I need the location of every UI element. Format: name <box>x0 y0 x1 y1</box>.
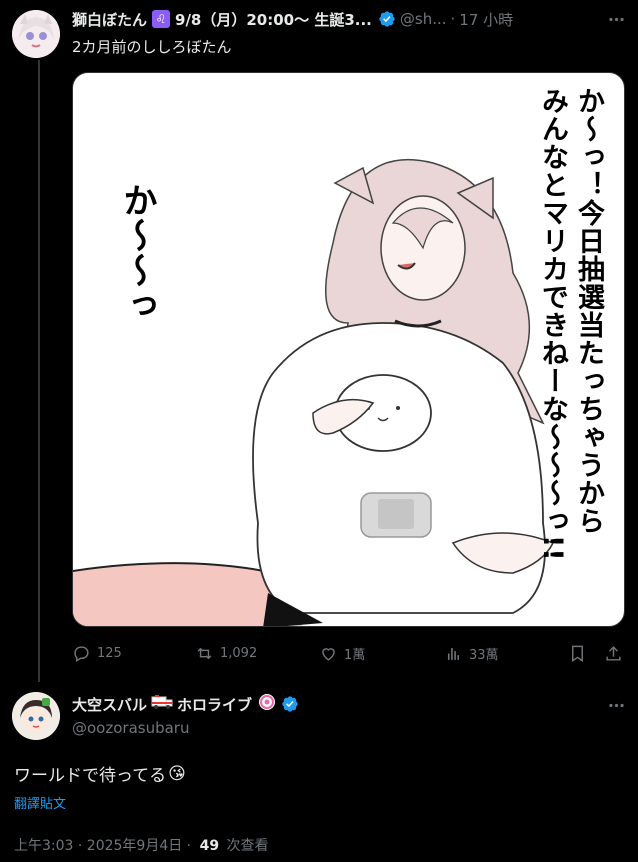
more-icon[interactable] <box>605 694 627 716</box>
avatar-subaru[interactable] <box>12 692 60 740</box>
repost-count: 1,092 <box>220 645 258 661</box>
tweet2-meta: 上午3:03 · 2025年9月4日 · 49 次查看 <box>14 835 269 855</box>
tweet-image[interactable]: か〜〜っ か〜っ！今日抽選当たっちゃうから みんなとマリカできねーな〜〜〜っ!! <box>72 72 625 627</box>
repost-button[interactable]: 1,092 <box>195 644 257 663</box>
timestamp[interactable]: 17 小時 <box>459 9 513 30</box>
share-icon <box>605 645 621 661</box>
tweet2-header: 大空スバル ホロライブ <box>72 693 299 715</box>
image-text-left: か〜〜っ <box>117 183 157 323</box>
bookmark-button[interactable] <box>566 642 588 664</box>
handle-2[interactable]: @oozorasubaru <box>72 719 189 737</box>
views-icon <box>447 647 460 660</box>
verified-icon <box>378 10 396 28</box>
view-count: 49 <box>199 838 220 854</box>
tweet2-text: ワールドで待ってる 😘 <box>14 761 186 787</box>
kiss-emoji: 😘 <box>168 763 186 784</box>
reply-icon <box>74 645 89 662</box>
verified-icon <box>281 695 299 713</box>
handle[interactable]: @sh... <box>400 10 447 28</box>
repost-icon <box>197 647 212 659</box>
ambulance-icon <box>151 694 173 714</box>
share-button[interactable] <box>602 642 624 664</box>
display-name-2[interactable]: 大空スバル <box>72 694 147 715</box>
tweet2-text-body: ワールドで待ってる <box>14 766 167 786</box>
name-suffix[interactable]: 9/8（月）20:00～ 生誕3... <box>175 9 372 30</box>
tweet1-header: 獅白ぼたん ♌ 9/8（月）20:00～ 生誕3... @sh... · 17 … <box>72 9 513 29</box>
reply-count: 125 <box>97 645 122 661</box>
view-label: 次查看 <box>226 838 269 854</box>
separator: · <box>450 10 456 28</box>
reply-button[interactable]: 125 <box>72 644 122 663</box>
like-count: 1萬 <box>344 647 366 663</box>
tweet1-text: 2カ月前のししろぼたん <box>72 38 232 56</box>
more-icon[interactable] <box>605 8 627 30</box>
thread-line <box>38 60 40 682</box>
avatar-botan[interactable] <box>12 10 60 58</box>
action-bar: 125 1,092 1萬 33萬 <box>72 641 628 665</box>
leo-badge: ♌ <box>152 10 171 28</box>
views-count: 33萬 <box>469 647 499 663</box>
like-button[interactable]: 1萬 <box>319 644 365 663</box>
name-suffix-2[interactable]: ホロライブ <box>177 694 252 715</box>
hololive-badge-icon <box>258 693 276 715</box>
translate-link[interactable]: 翻譯貼文 <box>14 793 66 812</box>
image-text-right-1: か〜っ！今日抽選当たっちゃうから <box>573 87 604 535</box>
image-text-right-2: みんなとマリカできねーな〜〜〜っ!! <box>537 87 568 562</box>
display-name[interactable]: 獅白ぼたん <box>72 9 147 30</box>
like-icon <box>322 647 335 661</box>
views-button[interactable]: 33萬 <box>444 644 499 663</box>
bookmark-icon <box>571 645 583 662</box>
post-timestamp[interactable]: 上午3:03 · 2025年9月4日 · <box>14 838 191 854</box>
